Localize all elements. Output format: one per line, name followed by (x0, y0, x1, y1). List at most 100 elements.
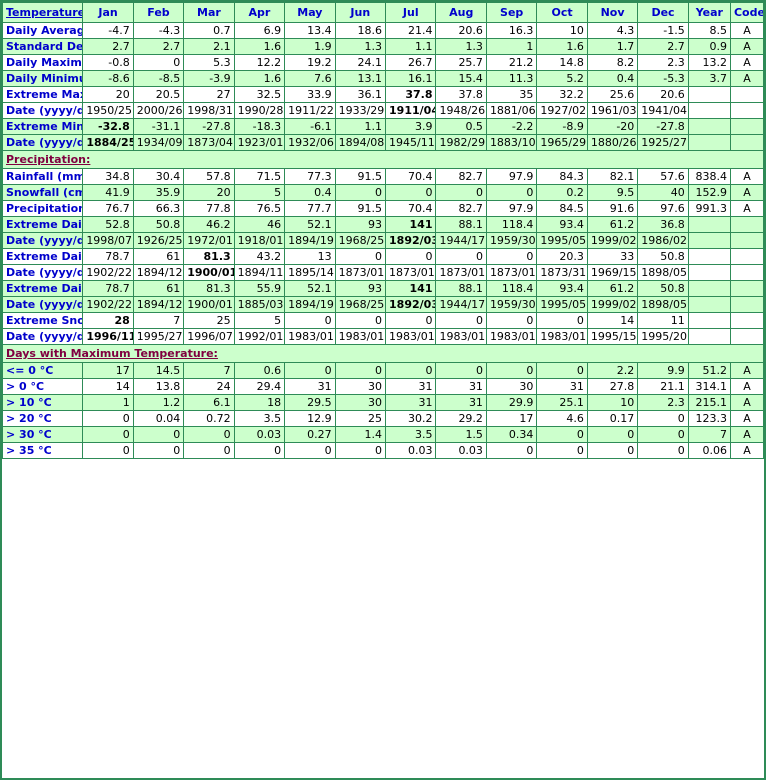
data-cell: 1880/26 (586, 134, 639, 151)
table-row: <= 0 °C 17 14.5 7 0.6 0 0 0 0 0 0 2.2 9.9 51.2 A (2, 362, 764, 379)
data-cell: 14 (586, 312, 639, 329)
row-label: Date (yyyy/dd) (2, 232, 84, 249)
data-cell: 13.1 (334, 70, 387, 87)
data-cell: 0 (637, 442, 689, 459)
table-row: Date (yyyy/dd)1902/221894/121900/011894/… (2, 264, 764, 281)
data-cell: 1983/01+ (385, 328, 437, 345)
data-cell: 55.9 (233, 280, 286, 297)
section-title-temperature: Temperature: (2, 2, 84, 23)
data-cell: 30 (334, 394, 387, 411)
data-cell: 11 (637, 312, 689, 329)
data-cell: 1945/11 (385, 134, 437, 151)
data-cell (687, 118, 731, 135)
row-label: Standard Deviation (2, 38, 84, 55)
data-cell: 5.2 (536, 70, 588, 87)
data-cell: 0 (334, 248, 387, 265)
data-cell: 16.3 (485, 22, 538, 39)
row-label: > 30 °C (2, 426, 84, 443)
table-row: > 30 °C 0 0 0 0.03 0.27 1.4 3.5 1.5 0.34 0 0 0 7 A (2, 426, 764, 443)
data-cell: 24.1 (334, 54, 387, 71)
data-cell: 32.2 (536, 86, 588, 103)
data-cell: 1894/19 (284, 296, 336, 313)
data-cell: -27.8 (637, 118, 689, 135)
data-cell: 82.1 (586, 168, 639, 185)
row-label: Extreme Daily Rainfall (mm) (2, 216, 84, 233)
data-cell: 1.9 (284, 38, 336, 55)
data-cell: 2.7 (637, 38, 689, 55)
data-cell: 0 (183, 442, 235, 459)
data-quality-code-cell: A (729, 410, 764, 427)
data-cell: 1895/14 (284, 264, 336, 281)
column-header-year: Year (687, 2, 731, 23)
column-header-may: May (284, 2, 336, 23)
table-row: > 10 °C 1 1.2 6.1 18 29.5 30 31 31 29.9 25.1 10 2.3 2… (2, 394, 764, 411)
data-cell: 1995/05 (536, 296, 588, 313)
data-cell (687, 264, 731, 281)
data-cell: 3.5 (385, 426, 437, 443)
data-cell: 25.1 (536, 394, 588, 411)
data-cell: 0 (82, 442, 134, 459)
data-cell: 1884/25 (82, 134, 134, 151)
data-cell: 0 (637, 426, 689, 443)
data-cell: 1898/05 (637, 264, 689, 281)
row-label: Date (yyyy/dd) (2, 134, 84, 151)
data-cell: 84.5 (536, 200, 588, 217)
data-cell: 0 (284, 442, 336, 459)
data-quality-code-cell (729, 102, 764, 119)
data-cell: 20 (82, 86, 134, 103)
row-label: > 10 °C (2, 394, 84, 411)
column-header-sep: Sep (485, 2, 538, 23)
data-cell: 1900/01 (183, 264, 235, 281)
data-cell: -18.3 (233, 118, 286, 135)
row-label: > 20 °C (2, 410, 84, 427)
data-cell: 50.8 (132, 216, 185, 233)
data-cell: 20 (183, 184, 235, 201)
data-cell: 141 (385, 216, 437, 233)
data-cell: 1995/15 (586, 328, 639, 345)
data-cell: 1982/29 (435, 134, 487, 151)
data-cell: 7 (132, 312, 185, 329)
table-row: Rainfall (mm) 34.8 30.4 57.8 71.5 77.3 91.5 70.… (2, 168, 764, 185)
data-cell: 14 (82, 378, 134, 395)
data-cell: -6.1 (284, 118, 336, 135)
data-cell: 0 (334, 184, 387, 201)
data-quality-code-cell: A (729, 168, 764, 185)
data-cell: 78.7 (82, 280, 134, 297)
data-cell: 77.3 (284, 168, 336, 185)
data-cell (687, 328, 731, 345)
data-cell: 1983/01+ (334, 328, 387, 345)
data-cell: 93 (334, 280, 387, 297)
data-cell: 30.4 (132, 168, 185, 185)
data-cell: 1934/09 (132, 134, 185, 151)
data-cell: 0.72 (183, 410, 235, 427)
data-cell: 2.2 (586, 362, 639, 379)
data-cell: 82.7 (435, 200, 487, 217)
data-cell: 3.5 (233, 410, 286, 427)
data-cell: 82.7 (435, 168, 487, 185)
data-quality-code-cell: A (729, 394, 764, 411)
data-cell: 1 (485, 38, 538, 55)
row-label: > 35 °C (2, 442, 84, 459)
data-cell: 1969/15 (586, 264, 639, 281)
data-cell: 1995/20 (637, 328, 689, 345)
data-cell: 0 (485, 184, 538, 201)
data-cell: 51.2 (687, 362, 731, 379)
data-cell: 2.3 (637, 54, 689, 71)
data-cell: 0 (233, 442, 286, 459)
data-cell: 1.2 (132, 394, 185, 411)
table-row: Date (yyyy/dd)1902/221894/121900/011885/… (2, 296, 764, 313)
data-cell: 2.1 (183, 38, 235, 55)
data-cell: 4.6 (536, 410, 588, 427)
data-cell (687, 86, 731, 103)
data-cell: 1959/30 (485, 296, 538, 313)
data-cell: 2000/26 (132, 102, 185, 119)
data-cell: 1894/12 (132, 264, 185, 281)
data-cell: 0.27 (284, 426, 336, 443)
data-cell: 118.4 (485, 280, 538, 297)
data-cell: 81.3 (183, 248, 235, 265)
data-cell: 66.3 (132, 200, 185, 217)
data-cell: 29.4 (233, 378, 286, 395)
table-row: Daily Minimum (°C)-8.6-8.5-3.91.67.613.1… (2, 70, 764, 87)
data-cell: 1892/03 (385, 296, 437, 313)
data-cell: -4.7 (82, 22, 134, 39)
